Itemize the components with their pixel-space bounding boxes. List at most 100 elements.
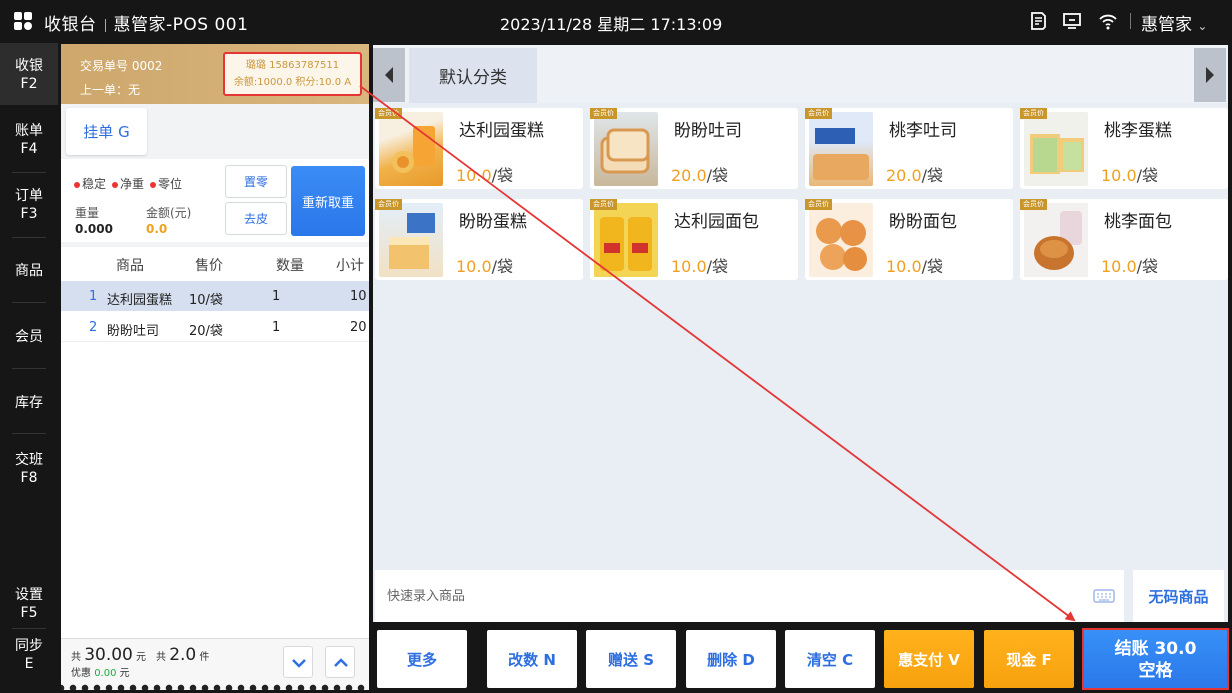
table-row[interactable]: 2 盼盼吐司 20/袋 1 20 [61,312,369,342]
tab-default-category[interactable]: 默认分类 [409,48,537,103]
row-subtotal: 10 [350,289,367,304]
product-card[interactable]: 会员价 盼盼蛋糕 10.0/袋 [375,199,583,280]
product-name: 盼盼吐司 [674,121,742,141]
hang-order-button[interactable]: 挂单 G [66,108,147,155]
chevron-down-icon [292,659,306,668]
row-qty: 1 [272,320,281,335]
nav-shortcut: F8 [20,470,38,486]
price-value: 10.0 [1101,166,1137,185]
product-price: 10.0/袋 [1101,253,1158,277]
product-image [1024,203,1088,277]
member-price-badge: 会员价 [1020,108,1047,119]
status-label: 零位 [158,177,183,191]
status-net-weight: 净重 [112,175,144,192]
nav-label: 账单 [15,123,43,139]
huipay-button[interactable]: 惠支付 V [884,630,974,688]
cart-table-header: 商品 售价 数量 小计 [61,247,369,280]
scroll-up-button[interactable] [325,646,355,678]
product-card[interactable]: 会员价 盼盼面包 10.0/袋 [805,199,1013,280]
category-bar: 默认分类 [373,45,1228,103]
tare-button[interactable]: 去皮 [225,202,287,235]
product-card[interactable]: 会员价 桃李吐司 20.0/袋 [805,108,1013,189]
nav-label: 商品 [15,263,43,279]
product-card[interactable]: 会员价 桃李蛋糕 10.0/袋 [1020,108,1228,189]
price-unit: /袋 [1136,166,1159,185]
member-card[interactable]: 璐璐 15863787511 余额:1000.0 积分:10.0 A [223,52,362,96]
member-price-badge: 会员价 [590,108,617,119]
screen-mirror-icon[interactable] [1062,11,1082,31]
product-card[interactable]: 会员价 达利园面包 10.0/袋 [590,199,798,280]
checkout-button[interactable]: 结账 30.0 空格 [1082,628,1229,690]
row-name: 达利园蛋糕 [107,293,173,308]
user-menu[interactable]: 惠管家 ⌄ [1141,10,1207,35]
nav-label: 订单 [15,188,43,204]
datetime: 2023/11/28 星期二 17:13:09 [500,15,723,34]
divider [1130,13,1131,29]
product-image [594,203,658,277]
row-price: 10/袋 [189,293,223,308]
nav-item-members[interactable]: 会员 [0,328,58,346]
category-prev-button[interactable] [373,48,405,102]
zero-button[interactable]: 置零 [225,165,287,198]
total-amount-value: 30.00 [84,645,133,665]
total-prefix: 共 [71,652,81,663]
nav-item-shift[interactable]: 交班 F8 [0,451,58,487]
weight-label: 重量 [75,206,100,220]
nav-label: 设置 [15,587,43,603]
last-order: 上一单：无 [80,83,141,97]
gift-button[interactable]: 赠送 S [586,630,676,688]
discount-label: 优惠 [71,668,91,679]
apps-grid-icon[interactable] [14,12,32,30]
no-barcode-product-button[interactable]: 无码商品 [1133,570,1224,622]
toast-icon [600,128,650,174]
price-unit: /袋 [1136,257,1159,276]
nav-item-bills[interactable]: 账单 F4 [0,122,58,158]
member-price-badge: 会员价 [375,108,402,119]
product-name: 桃李蛋糕 [1104,121,1172,141]
price-unit: /袋 [491,257,514,276]
status-label: 净重 [120,177,145,191]
scroll-down-button[interactable] [283,646,313,678]
product-price: 20.0/袋 [886,162,943,186]
document-icon[interactable] [1028,11,1048,31]
product-name: 桃李吐司 [889,121,957,141]
store-pos-name: 惠管家-POS 001 [113,15,249,35]
more-button[interactable]: 更多 [377,630,467,688]
nav-shortcut: F5 [20,605,38,621]
row-price: 20/袋 [189,324,223,339]
nav-label: 交班 [15,452,43,468]
price-value: 10.0 [671,257,707,276]
cash-button[interactable]: 现金 F [984,630,1074,688]
clear-button[interactable]: 清空 C [785,630,875,688]
product-image [809,112,873,186]
nav-item-products[interactable]: 商品 [0,262,58,280]
keyboard-icon[interactable] [1093,588,1115,604]
top-bar: 收银台 惠管家-POS 001 2023/11/28 星期二 17:13:09 惠… [0,0,1232,43]
price-value: 10.0 [886,257,922,276]
column-header: 小计 [336,258,364,274]
member-price-badge: 会员价 [1020,199,1047,210]
member-balance-points: 余额:1000.0 积分:10.0 A [233,77,352,88]
product-card[interactable]: 会员价 达利园蛋糕 10.0/袋 [375,108,583,189]
nav-item-sync[interactable]: 同步 E [0,637,58,673]
nav-item-settings[interactable]: 设置 F5 [0,586,58,622]
change-quantity-button[interactable]: 改数 N [487,630,577,688]
member-name-phone: 璐璐 15863787511 [245,60,340,71]
product-card[interactable]: 会员价 盼盼吐司 20.0/袋 [590,108,798,189]
row-index: 1 [89,289,98,304]
divider [12,237,46,238]
product-card[interactable]: 会员价 桃李面包 10.0/袋 [1020,199,1228,280]
product-image [594,112,658,186]
price-unit: /袋 [706,257,729,276]
total-unit: 元 [136,652,147,663]
quick-entry-input[interactable] [375,570,1075,622]
category-next-button[interactable] [1194,48,1226,102]
delete-button[interactable]: 删除 D [686,630,776,688]
reweigh-button[interactable]: 重新取重 [291,166,365,236]
app-name: 收银台 [44,15,97,35]
nav-item-checkout[interactable]: 收银 F2 [0,43,58,105]
nav-item-inventory[interactable]: 库存 [0,394,58,412]
nav-item-orders[interactable]: 订单 F3 [0,187,58,223]
table-row[interactable]: 1 达利园蛋糕 10/袋 1 10 [61,281,369,311]
column-header: 商品 [116,258,144,274]
